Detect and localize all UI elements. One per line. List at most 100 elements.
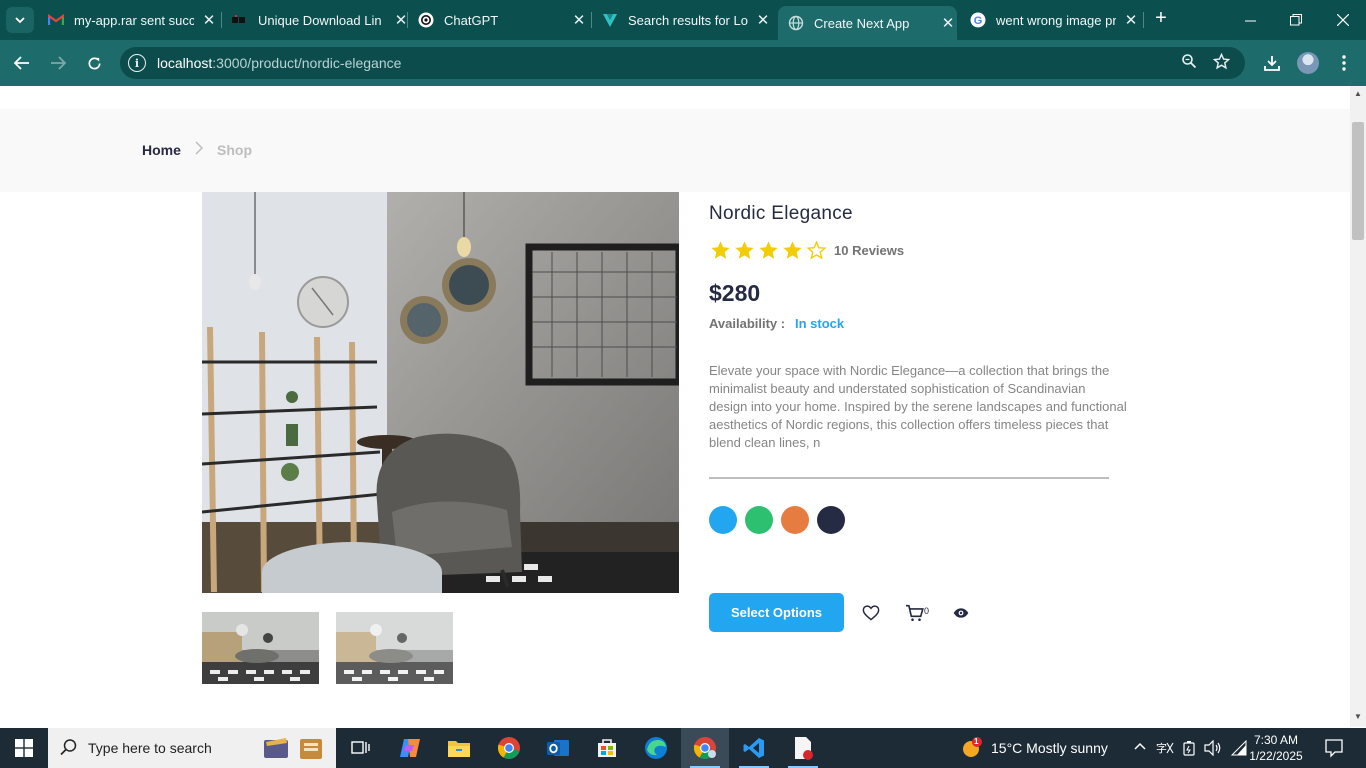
input-method-icon[interactable]: 字 [1156,740,1174,759]
chrome-icon[interactable] [485,728,533,768]
weather-text[interactable]: 15°C Mostly sunny [991,740,1108,756]
product-thumbnail[interactable] [202,612,319,684]
outlook-icon[interactable] [534,728,582,768]
downloads-icon[interactable] [1260,51,1284,75]
product-title: Nordic Elegance [709,203,853,224]
breadcrumb-shop-link[interactable]: Shop [217,142,252,158]
close-icon[interactable]: ✕ [570,11,588,29]
page-scrollbar[interactable]: ▲ ▼ [1350,86,1366,727]
new-tab-plus-icon[interactable]: + [1150,7,1172,30]
tab-search-button[interactable] [6,7,34,33]
availability-label: Availability : [709,316,786,331]
tab-title: Unique Download Lin [258,12,382,28]
star-filled-icon [732,238,756,262]
heart-icon[interactable] [859,601,883,625]
divider [709,477,1109,479]
restore-icon[interactable] [1273,0,1319,40]
page-viewport: Home Shop Nordic Elegance 10 Reviews $28… [0,86,1350,727]
star-filled-icon [756,238,780,262]
vscode-icon[interactable] [730,728,778,768]
minimize-icon[interactable] [1227,0,1273,40]
zoom-search-icon[interactable] [1181,53,1197,74]
globe-icon [788,15,804,31]
reload-icon[interactable] [82,51,106,75]
rating-stars [708,238,828,262]
tab-title: ChatGPT [444,12,499,28]
select-options-button[interactable]: Select Options [709,593,844,632]
tab-title: Search results for Log [628,12,748,28]
color-swatch-blue[interactable] [709,506,737,534]
windows-start-icon[interactable] [0,728,48,768]
task-view-icon[interactable] [336,728,384,768]
url-path: :3000/product/nordic-elegance [212,55,402,71]
volume-icon[interactable] [1204,739,1222,759]
scrollbar-thumb[interactable] [1352,122,1364,240]
chevron-up-icon[interactable] [1133,740,1147,757]
color-swatch-orange[interactable] [781,506,809,534]
star-filled-icon [708,238,732,262]
vuetify-icon [602,12,618,28]
product-main-image[interactable] [202,192,679,593]
copilot-icon[interactable] [386,728,434,768]
file-explorer-icon[interactable] [435,728,483,768]
product-thumbnail[interactable] [336,612,453,684]
search-icon [60,738,78,761]
wifi-icon[interactable] [1229,739,1247,759]
close-window-icon[interactable] [1320,0,1366,40]
close-icon[interactable]: ✕ [939,14,957,32]
star-outline-icon [804,238,828,262]
scroll-up-arrow-icon[interactable]: ▲ [1354,89,1362,98]
tab-title: Create Next App [814,15,910,31]
review-count[interactable]: 10 Reviews [834,243,904,258]
tab-divider [1143,12,1144,28]
pdf-reader-icon[interactable] [779,728,827,768]
close-icon[interactable]: ✕ [200,11,218,29]
url-host: localhost [157,55,213,71]
color-swatch-navy[interactable] [817,506,845,534]
menu-kebab-icon[interactable] [1332,51,1356,75]
address-bar[interactable]: i localhost:3000/product/nordic-elegance [120,47,1245,79]
scroll-down-arrow-icon[interactable]: ▼ [1354,712,1362,721]
tab-search-results[interactable]: Search results for Log ✕ [594,0,772,40]
eye-icon[interactable] [949,601,973,625]
profile-avatar[interactable] [1297,52,1319,74]
weather-sun-icon[interactable] [960,737,984,764]
tab-gmail[interactable]: my-app.rar sent succe ✕ [40,0,218,40]
browser-tab-strip: my-app.rar sent succe ✕ Unique Download … [0,0,1366,40]
system-clock[interactable]: 7:30 AM 1/22/2025 [1246,732,1306,764]
chevron-down-icon [15,17,25,24]
tab-create-next-app[interactable]: Create Next App ✕ [778,6,957,40]
svg-text:G: G [974,15,983,27]
url-text: localhost:3000/product/nordic-elegance [157,55,401,71]
notification-icon[interactable] [1324,738,1344,761]
microsoft-store-icon[interactable] [583,728,631,768]
clock-date: 1/22/2025 [1249,749,1303,763]
weather-alert-badge: 1 [974,737,979,746]
search-highlight-icon [262,734,328,767]
forward-arrow-icon[interactable] [46,51,70,75]
svg-text:字: 字 [1156,741,1167,755]
close-icon[interactable]: ✕ [1122,11,1140,29]
search-placeholder: Type here to search [88,740,212,756]
chrome-active-icon[interactable] [681,728,729,768]
cart-icon[interactable]: 0 [903,601,931,625]
star-filled-icon [780,238,804,262]
google-icon: G [970,12,986,28]
breadcrumb-home-link[interactable]: Home [142,142,181,158]
gmail-icon [48,12,64,28]
tab-chatgpt[interactable]: ChatGPT ✕ [410,0,588,40]
back-arrow-icon[interactable] [10,51,34,75]
color-swatch-green[interactable] [745,506,773,534]
close-icon[interactable]: ✕ [754,11,772,29]
site-info-icon[interactable]: i [128,54,146,72]
tab-divider [407,12,408,28]
battery-icon[interactable] [1182,740,1196,759]
site-icon [232,12,248,28]
tab-google-search[interactable]: G went wrong image pr ✕ [962,0,1140,40]
edge-icon[interactable] [632,728,680,768]
tab-title: my-app.rar sent succe [74,12,194,28]
tab-download-link[interactable]: Unique Download Lin ✕ [224,0,410,40]
bookmark-star-icon[interactable] [1212,52,1231,75]
tab-divider [221,12,222,28]
taskbar-search-input[interactable]: Type here to search [48,728,336,768]
